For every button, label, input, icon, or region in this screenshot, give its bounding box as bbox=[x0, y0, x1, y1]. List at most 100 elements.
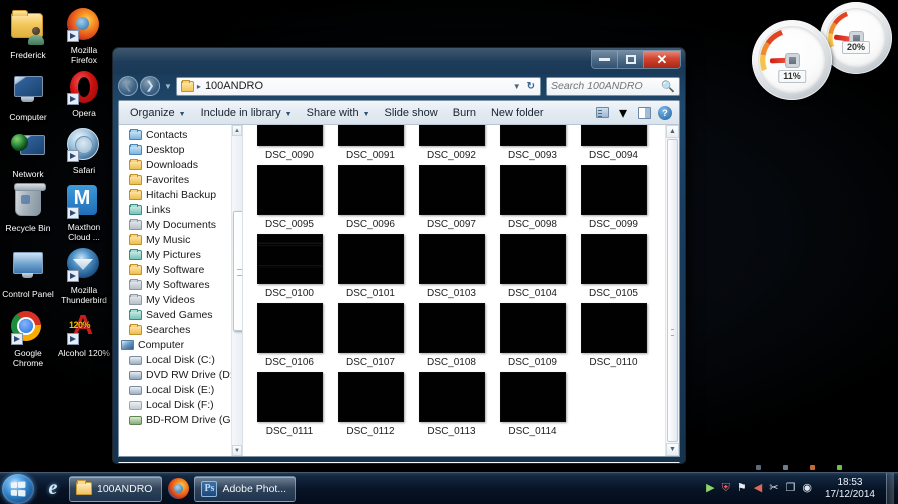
desktop-icon-mozilla-thunderbird[interactable]: Mozilla Thunderbird bbox=[56, 244, 112, 307]
file-list-pane[interactable]: DSC_0090 DSC_0091 DSC_0092 DSC_0093 DSC_0094… bbox=[243, 125, 679, 456]
nav-tree-item[interactable]: Computer bbox=[119, 337, 242, 352]
nav-tree-item[interactable]: Local Disk (C:) bbox=[119, 352, 242, 367]
file-item[interactable]: DSC_0107 bbox=[330, 299, 411, 368]
back-button[interactable]: ❮ bbox=[118, 76, 138, 96]
nav-tree-item[interactable]: My Videos bbox=[119, 292, 242, 307]
start-button[interactable] bbox=[2, 473, 34, 504]
file-item[interactable]: DSC_0113 bbox=[411, 368, 492, 437]
file-item[interactable]: DSC_0091 bbox=[330, 125, 411, 161]
scrollbar-thumb[interactable] bbox=[667, 139, 678, 442]
file-item[interactable]: DSC_0095 bbox=[249, 161, 330, 230]
preview-pane-button[interactable] bbox=[634, 104, 654, 122]
window-titlebar[interactable]: ✕ bbox=[113, 48, 685, 74]
explorer-window[interactable]: ✕ ❮ ❯ ▼ ▸ 100ANDRO ▼ ↻ 🔍 Organize▼ Inclu… bbox=[113, 48, 685, 463]
search-input[interactable] bbox=[551, 80, 662, 92]
nav-tree-item[interactable]: My Music bbox=[119, 232, 242, 247]
file-item[interactable]: DSC_0106 bbox=[249, 299, 330, 368]
desktop-icon-frederick[interactable]: Frederick bbox=[0, 4, 56, 67]
toolbar-slide-show[interactable]: Slide show bbox=[378, 104, 445, 122]
file-item[interactable]: DSC_0104 bbox=[492, 230, 573, 299]
address-dropdown-icon[interactable]: ▼ bbox=[510, 82, 524, 91]
toolbar-include-in-library[interactable]: Include in library ▼ bbox=[194, 104, 299, 122]
file-item[interactable]: DSC_0100 bbox=[249, 230, 330, 299]
toolbar-new-folder[interactable]: New folder bbox=[484, 104, 551, 122]
toolbar-burn[interactable]: Burn bbox=[446, 104, 483, 122]
nav-tree-item[interactable]: Local Disk (F:) bbox=[119, 397, 242, 412]
taskbar-button-100andro[interactable]: 100ANDRO bbox=[69, 475, 163, 502]
file-item[interactable]: DSC_0093 bbox=[492, 125, 573, 161]
desktop-icon-mozilla-firefox[interactable]: Mozilla Firefox bbox=[56, 4, 112, 67]
nav-tree-item[interactable]: BD-ROM Drive (G:) bbox=[119, 412, 242, 427]
nav-tree-item[interactable]: My Software bbox=[119, 262, 242, 277]
change-view-button[interactable] bbox=[592, 104, 612, 122]
desktop-icon-alcohol-120[interactable]: 120% Alcohol 120% bbox=[56, 307, 112, 370]
network-icon[interactable]: ❐ bbox=[785, 483, 795, 494]
show-desktop-button[interactable] bbox=[886, 473, 894, 504]
minimize-button[interactable] bbox=[592, 51, 618, 68]
search-box[interactable]: 🔍 bbox=[546, 76, 680, 96]
nav-tree-item[interactable]: Contacts bbox=[119, 127, 242, 142]
scissors-icon[interactable]: ✂ bbox=[769, 483, 778, 494]
nav-tree-item[interactable]: DVD RW Drive (D:) Ac bbox=[119, 367, 242, 382]
scrollbar-thumb[interactable] bbox=[233, 211, 242, 331]
forward-button[interactable]: ❯ bbox=[140, 76, 160, 96]
close-button[interactable]: ✕ bbox=[644, 51, 680, 68]
desktop-icon-recycle-bin[interactable]: Recycle Bin bbox=[0, 181, 56, 244]
file-item[interactable]: DSC_0101 bbox=[330, 230, 411, 299]
quicklaunch-internet-explorer[interactable]: e bbox=[39, 475, 67, 503]
nav-tree-item[interactable]: Searches bbox=[119, 322, 242, 337]
file-item[interactable]: DSC_0105 bbox=[573, 230, 654, 299]
file-item[interactable]: DSC_0108 bbox=[411, 299, 492, 368]
refresh-icon[interactable]: ↻ bbox=[524, 81, 538, 92]
desktop-icon-maxthon-cloud[interactable]: Maxthon Cloud ... bbox=[56, 181, 112, 244]
desktop-icon-safari[interactable]: Safari bbox=[56, 124, 112, 181]
desktop-icon-google-chrome[interactable]: Google Chrome bbox=[0, 307, 56, 370]
navigation-pane-scrollbar[interactable]: ▲ ▼ bbox=[231, 125, 242, 456]
file-item[interactable]: DSC_0109 bbox=[492, 299, 573, 368]
nav-tree-item[interactable]: My Softwares bbox=[119, 277, 242, 292]
scroll-down-icon[interactable]: ▼ bbox=[232, 445, 242, 456]
flag-icon[interactable]: ⚑ bbox=[737, 483, 747, 494]
file-item[interactable]: DSC_0098 bbox=[492, 161, 573, 230]
desktop-icon-opera[interactable]: Opera bbox=[56, 67, 112, 124]
scroll-up-icon[interactable]: ▲ bbox=[232, 125, 242, 136]
volume-mute-icon[interactable]: ◀ bbox=[754, 483, 762, 494]
nav-tree-item[interactable]: Favorites bbox=[119, 172, 242, 187]
toolbar-organize[interactable]: Organize ▼ bbox=[123, 104, 193, 122]
maximize-button[interactable] bbox=[618, 51, 644, 68]
quicklaunch-mozilla-firefox[interactable] bbox=[164, 475, 192, 503]
taskbar-button-adobe-photoshop[interactable]: Ps Adobe Phot... bbox=[194, 475, 297, 502]
file-item[interactable]: DSC_0111 bbox=[249, 368, 330, 437]
speaker-icon[interactable]: ◉ bbox=[802, 483, 812, 494]
desktop-icon-control-panel[interactable]: Control Panel bbox=[0, 244, 56, 307]
change-view-caret[interactable]: ▾ bbox=[613, 104, 633, 122]
nav-tree-item[interactable]: Saved Games bbox=[119, 307, 242, 322]
taskbar-clock[interactable]: 18:53 17/12/2014 bbox=[819, 477, 879, 501]
file-item[interactable]: DSC_0114 bbox=[492, 368, 573, 437]
file-pane-scrollbar[interactable]: ▲ ▼ bbox=[665, 125, 679, 456]
help-button[interactable]: ? bbox=[655, 104, 675, 122]
desktop-icon-computer[interactable]: Computer bbox=[0, 67, 56, 124]
nav-tree-item[interactable]: Desktop bbox=[119, 142, 242, 157]
nav-tree-item[interactable]: Links bbox=[119, 202, 242, 217]
file-item[interactable]: DSC_0112 bbox=[330, 368, 411, 437]
nav-tree-item[interactable]: My Documents bbox=[119, 217, 242, 232]
file-item[interactable]: DSC_0092 bbox=[411, 125, 492, 161]
desktop-icon-network[interactable]: Network bbox=[0, 124, 56, 181]
scroll-up-icon[interactable]: ▲ bbox=[666, 125, 679, 138]
breadcrumb-path[interactable]: 100ANDRO bbox=[205, 80, 510, 92]
file-item[interactable]: DSC_0110 bbox=[573, 299, 654, 368]
nav-tree-item[interactable]: Local Disk (E:) bbox=[119, 382, 242, 397]
cpu-meter-gadget[interactable]: 20% 11% bbox=[752, 2, 892, 102]
file-item[interactable]: DSC_0094 bbox=[573, 125, 654, 161]
scroll-down-icon[interactable]: ▼ bbox=[666, 443, 679, 456]
file-item[interactable]: DSC_0096 bbox=[330, 161, 411, 230]
media-play-icon[interactable]: ▶ bbox=[706, 483, 714, 494]
file-item[interactable]: DSC_0090 bbox=[249, 125, 330, 161]
file-item[interactable]: DSC_0103 bbox=[411, 230, 492, 299]
file-item[interactable]: DSC_0099 bbox=[573, 161, 654, 230]
address-bar[interactable]: ▸ 100ANDRO ▼ ↻ bbox=[175, 76, 541, 96]
nav-tree-item[interactable]: Downloads bbox=[119, 157, 242, 172]
recent-pages-chevron-icon[interactable]: ▼ bbox=[162, 82, 174, 91]
file-item[interactable]: DSC_0097 bbox=[411, 161, 492, 230]
